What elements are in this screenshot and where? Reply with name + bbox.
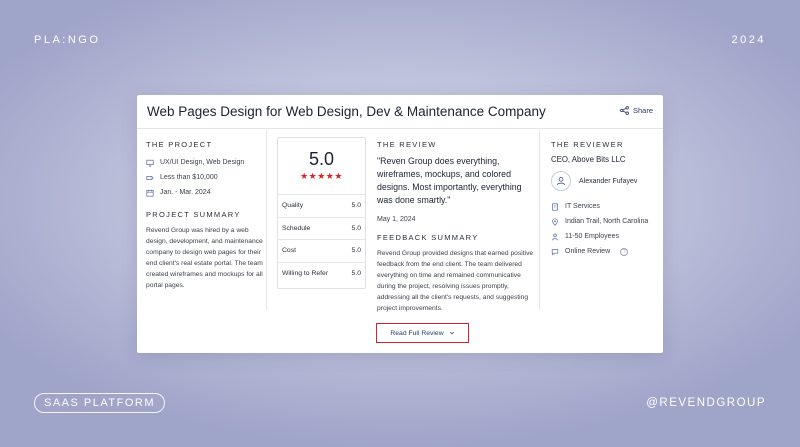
avatar xyxy=(551,171,571,191)
project-service-label: UX/UI Design, Web Design xyxy=(160,159,245,166)
brand-logo: PLA:NGO xyxy=(34,34,101,46)
review-column: 5.0 ★★★★★ Quality 5.0 Schedule 5.0 Cost 5.0 Wi… xyxy=(267,130,540,312)
review-heading: THE REVIEW xyxy=(377,140,437,149)
reviewer-source: Online Review ? xyxy=(551,244,663,259)
review-body: THE REVIEW "Reven Group does everything,… xyxy=(377,140,537,314)
reviewer-column: THE REVIEWER CEO, Above Bits LLC Alexand… xyxy=(540,130,663,310)
price-tag-icon xyxy=(146,175,154,180)
calendar-icon xyxy=(146,189,154,197)
reviewer-source-label: Online Review xyxy=(565,248,611,255)
rating-metric-value: 5.0 xyxy=(351,247,361,255)
project-column: THE PROJECT UX/UI Design, Web Design Les… xyxy=(137,130,267,310)
building-icon xyxy=(552,202,558,211)
reviewer-location-label: Indian Trail, North Carolina xyxy=(565,218,649,225)
monitor-icon xyxy=(146,159,154,167)
reviewer-name: Alexander Fufayev xyxy=(579,177,638,185)
read-full-review-label: Read Full Review xyxy=(390,329,444,337)
reviewer-identity: Alexander Fufayev xyxy=(551,171,663,191)
reviewer-industry-label: IT Services xyxy=(565,203,600,210)
project-dates-label: Jan. - Mar. 2024 xyxy=(160,189,211,196)
project-budget-label: Less than $10,000 xyxy=(160,174,218,181)
rating-metrics: Quality 5.0 Schedule 5.0 Cost 5.0 Willing to R… xyxy=(278,194,365,284)
share-button[interactable]: Share xyxy=(620,106,653,115)
summary-heading: PROJECT SUMMARY xyxy=(146,210,241,219)
review-card: Web Pages Design for Web Design, Dev & M… xyxy=(137,95,663,353)
feedback-text: Revend Group provided designs that earne… xyxy=(377,250,534,312)
rating-metric-value: 5.0 xyxy=(351,224,361,232)
project-service: UX/UI Design, Web Design xyxy=(146,155,266,170)
person-icon xyxy=(552,233,558,240)
social-handle: @REVENDGROUP xyxy=(646,397,766,409)
share-label: Share xyxy=(632,106,653,115)
reviewer-industry: IT Services xyxy=(551,199,663,214)
location-pin-icon xyxy=(552,217,558,226)
review-date: May 1, 2024 xyxy=(377,216,416,223)
read-full-review-button[interactable]: Read Full Review xyxy=(376,323,469,343)
project-summary-text: Revend Group was hired by a web design, … xyxy=(146,227,263,289)
user-icon xyxy=(557,176,565,186)
star-rating: ★★★★★ xyxy=(300,171,343,181)
rating-metric-row: Willing to Refer 5.0 xyxy=(278,261,365,285)
chevron-down-icon xyxy=(449,331,454,335)
project-budget: Less than $10,000 xyxy=(146,170,266,185)
reviewer-size: 11-50 Employees xyxy=(551,229,663,244)
rating-metric-value: 5.0 xyxy=(351,269,361,277)
platform-pill: SAAS PLATFORM xyxy=(34,393,165,413)
help-icon[interactable]: ? xyxy=(620,247,629,256)
rating-metric-row: Schedule 5.0 xyxy=(278,216,365,240)
rating-metric-value: 5.0 xyxy=(351,202,361,210)
rating-box: 5.0 ★★★★★ Quality 5.0 Schedule 5.0 Cost 5.0 Wi… xyxy=(277,137,366,289)
reviewer-role: CEO, Above Bits LLC xyxy=(551,155,626,164)
rating-metric-label: Willing to Refer xyxy=(282,269,329,277)
rating-metric-label: Schedule xyxy=(282,224,311,232)
rating-metric-label: Cost xyxy=(282,247,296,255)
rating-metric-label: Quality xyxy=(282,202,304,210)
reviewer-heading: THE REVIEWER xyxy=(551,140,624,149)
share-icon xyxy=(620,106,629,115)
year-label: 2024 xyxy=(731,34,766,46)
reviewer-size-label: 11-50 Employees xyxy=(565,233,619,240)
overall-score: 5.0 xyxy=(308,149,335,169)
project-dates: Jan. - Mar. 2024 xyxy=(146,185,266,200)
project-heading: THE PROJECT xyxy=(146,140,213,149)
review-quote: "Reven Group does everything, wireframes… xyxy=(377,156,522,205)
card-title: Web Pages Design for Web Design, Dev & M… xyxy=(147,104,546,119)
feedback-heading: FEEDBACK SUMMARY xyxy=(377,233,479,242)
reviewer-location: Indian Trail, North Carolina xyxy=(551,214,663,229)
rating-metric-row: Cost 5.0 xyxy=(278,239,365,262)
rating-metric-row: Quality 5.0 xyxy=(278,194,365,217)
chat-icon xyxy=(551,248,559,256)
card-header: Web Pages Design for Web Design, Dev & M… xyxy=(137,95,663,129)
